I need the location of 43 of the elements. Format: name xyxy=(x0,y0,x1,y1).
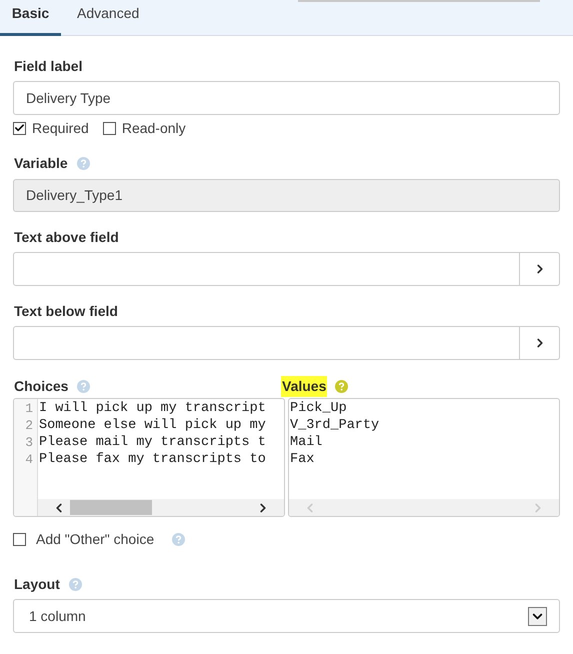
dropdown-icon[interactable] xyxy=(528,606,547,626)
checkbox[interactable] xyxy=(13,122,26,134)
help-icon[interactable] xyxy=(68,578,82,590)
checkbox-label: Read-only xyxy=(122,118,186,138)
line-number: 4 xyxy=(25,451,33,468)
checkbox[interactable] xyxy=(102,122,116,134)
code-line: Pick_Up xyxy=(290,400,347,417)
layout-select[interactable]: 1 column xyxy=(13,599,560,633)
help-icon[interactable] xyxy=(172,532,186,546)
code-line: Please fax my transcripts to xyxy=(39,451,266,468)
code-line: V_3rd_Party xyxy=(290,417,380,434)
checkbox-label: Required xyxy=(32,118,89,138)
code-line: Mail xyxy=(290,434,322,451)
help-icon[interactable] xyxy=(76,156,90,170)
input-field[interactable] xyxy=(13,326,520,360)
tab[interactable]: Advanced xyxy=(61,0,156,36)
code-editor[interactable]: Pick_Up V_3rd_Party Mail Fax xyxy=(288,398,560,517)
input-field[interactable]: Delivery Type xyxy=(13,81,560,115)
help-icon[interactable] xyxy=(335,380,348,392)
field-label: Text above field xyxy=(13,228,120,246)
help-icon[interactable] xyxy=(77,380,90,392)
field-label: Layout xyxy=(13,574,61,594)
line-number: 1 xyxy=(25,400,33,417)
code-line: Someone else will pick up my xyxy=(39,417,266,434)
tab[interactable]: Basic xyxy=(0,0,61,36)
field-label: Variable xyxy=(13,154,69,172)
scrollbar-thumb[interactable] xyxy=(70,500,152,515)
line-number: 2 xyxy=(25,417,33,434)
code-editor[interactable]: 1 2 3 4 I will pick up my transcript Someone else will pick up my Please mail my transcripts t Please fax my transcripts to xyxy=(13,398,285,517)
code-line: I will pick up my transcript xyxy=(39,400,266,417)
input-field[interactable] xyxy=(13,252,520,286)
field-label: Values xyxy=(281,376,328,396)
expand-button[interactable] xyxy=(520,326,560,360)
horizontal-scrollbar[interactable] xyxy=(38,499,284,516)
field-label: Choices xyxy=(13,376,70,396)
expand-button[interactable] xyxy=(520,252,560,286)
field-label: Field label xyxy=(13,56,84,76)
code-line: Fax xyxy=(290,451,314,468)
code-line: Please mail my transcripts t xyxy=(39,434,266,451)
checkbox-label: Add "Other" choice xyxy=(36,530,154,548)
field-label: Text below field xyxy=(13,302,119,320)
line-number: 3 xyxy=(25,434,33,451)
checkbox[interactable] xyxy=(13,532,26,546)
